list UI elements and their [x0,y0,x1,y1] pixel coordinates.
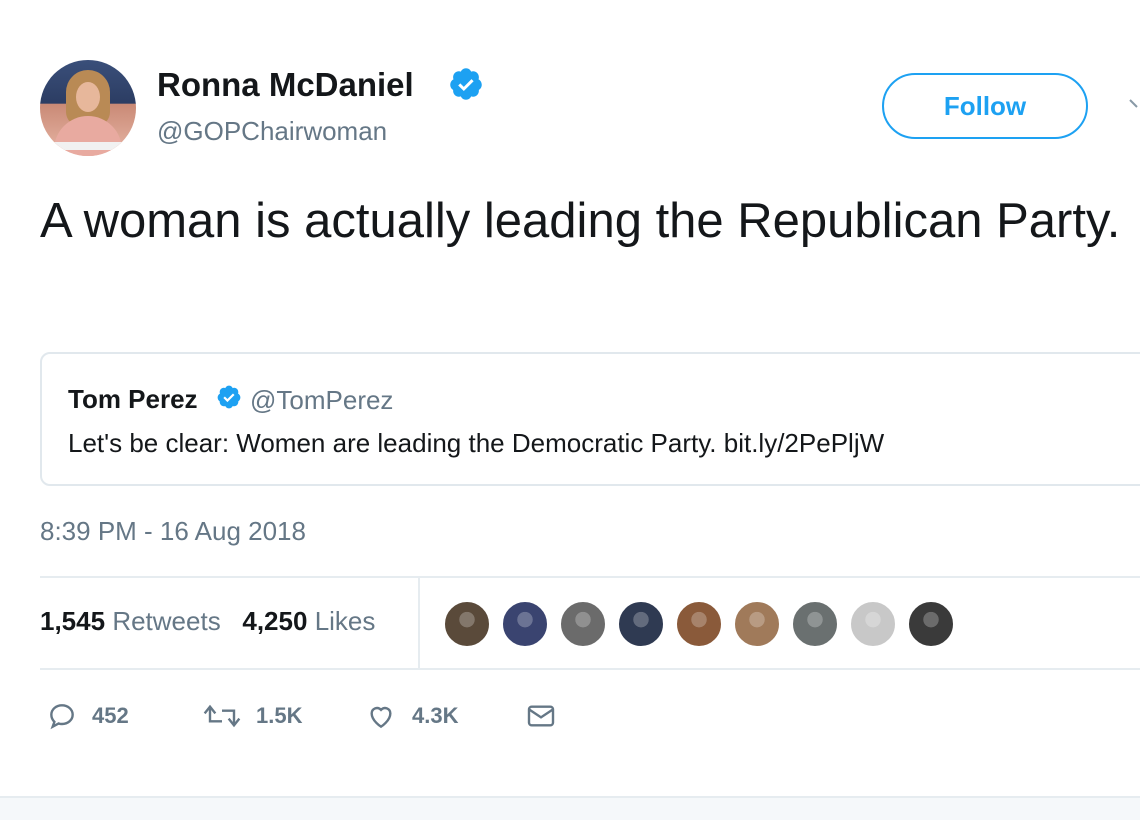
retweets-label: Retweets [112,606,221,636]
author-handle[interactable]: @GOPChairwoman [157,116,387,147]
verified-badge-icon [217,385,241,409]
tweet-stats: 1,545 Retweets 4,250 Likes [40,606,375,637]
tweet-card: Ronna McDaniel @GOPChairwoman Follow A w… [0,0,1140,820]
tweet-timestamp[interactable]: 8:39 PM - 16 Aug 2018 [40,516,306,547]
chevron-down-icon[interactable] [1128,96,1140,112]
liker-avatar[interactable] [443,600,491,648]
retweet-button[interactable]: 1.5K [202,694,302,738]
retweets-count: 1,545 [40,606,106,636]
retweets-stat[interactable]: 1,545 Retweets [40,606,221,636]
quoted-tweet-text: Let's be clear: Women are leading the De… [68,428,885,458]
bottom-strip [0,796,1140,820]
reply-icon [50,704,74,730]
heart-icon [370,706,392,729]
envelope-icon [527,705,555,727]
likes-stat[interactable]: 4,250 Likes [242,606,375,636]
verified-badge-icon [450,68,482,100]
liker-avatar[interactable] [733,600,781,648]
liker-avatar[interactable] [675,600,723,648]
liker-avatar[interactable] [617,600,665,648]
direct-message-button[interactable] [524,694,558,738]
liker-avatar[interactable] [791,600,839,648]
likes-label: Likes [314,606,376,636]
avatar-body [54,116,122,156]
quoted-author-handle: @TomPerez [250,385,394,415]
liker-avatar[interactable] [501,600,549,648]
retweet-count: 1.5K [256,703,303,728]
quoted-tweet[interactable]: Tom Perez @TomPerez Let's be clear: Wome… [40,352,1140,486]
quoted-author-name: Tom Perez [68,384,198,414]
liker-avatar[interactable] [849,600,897,648]
tweet-text: A woman is actually leading the Republic… [40,194,1121,248]
liker-avatar[interactable] [559,600,607,648]
divider [40,576,1140,578]
stats-separator [418,578,420,670]
divider [40,668,1140,670]
follow-button[interactable]: Follow [882,73,1088,139]
author-avatar[interactable] [40,60,136,156]
likes-count: 4,250 [242,606,308,636]
reply-count: 452 [92,703,129,728]
like-button[interactable]: 4.3K [364,694,458,738]
reply-button[interactable]: 452 [46,694,129,738]
avatar-face [76,82,100,112]
retweet-icon [203,704,241,728]
avatar-news-ticker [40,142,136,150]
liker-avatar[interactable] [907,600,955,648]
author-name[interactable]: Ronna McDaniel [157,66,414,104]
like-count: 4.3K [412,703,459,728]
